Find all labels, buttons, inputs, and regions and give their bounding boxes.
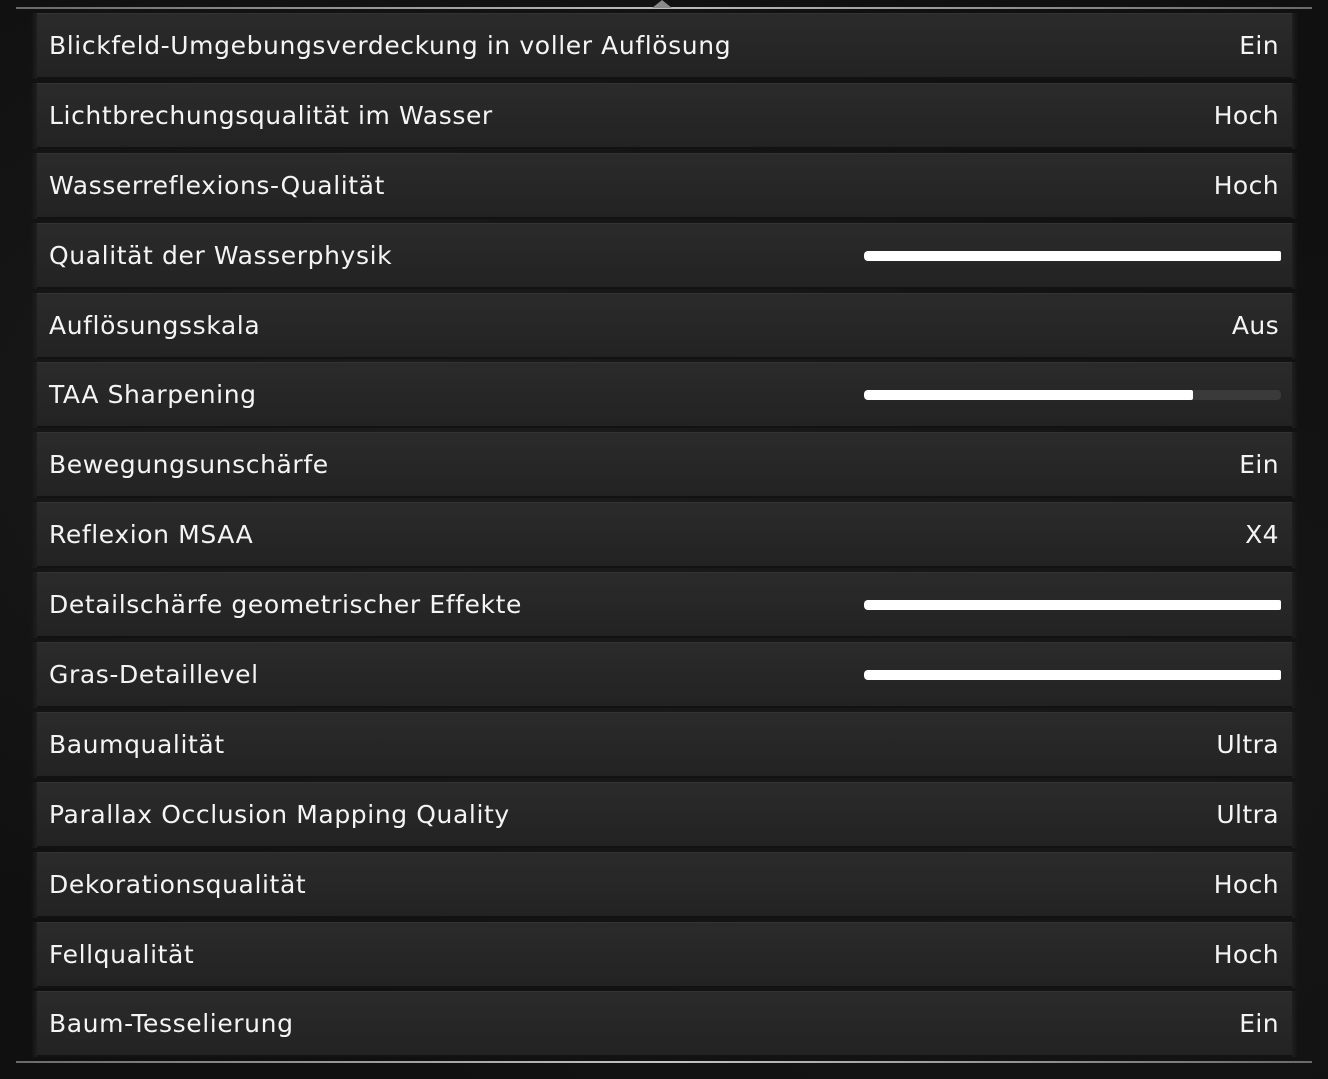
slider-fill: [864, 670, 1281, 681]
setting-row-tree-quality[interactable]: Baumqualität Ultra: [31, 711, 1298, 778]
setting-label: Parallax Occlusion Mapping Quality: [49, 799, 510, 829]
setting-row-motion-blur[interactable]: Bewegungsunschärfe Ein: [31, 432, 1298, 499]
setting-value[interactable]: Aus: [1232, 293, 1279, 359]
slider-fill: [864, 250, 1281, 261]
setting-value[interactable]: Ultra: [1216, 712, 1279, 778]
setting-row-decal-quality[interactable]: Dekorationsqualität Hoch: [31, 851, 1298, 918]
setting-row-parallax-occlusion[interactable]: Parallax Occlusion Mapping Quality Ultra: [31, 781, 1298, 848]
setting-label: Blickfeld-Umgebungsverdeckung in voller …: [49, 31, 732, 60]
setting-row-water-refraction[interactable]: Lichtbrechungsqualität im Wasser Hoch: [31, 82, 1298, 149]
setting-row-reflection-msaa[interactable]: Reflexion MSAA X4: [31, 502, 1298, 569]
setting-label: Baum-Tesselierung: [49, 1009, 294, 1039]
setting-label: Dekorationsqualität: [49, 869, 307, 899]
setting-label: Auflösungsskala: [49, 310, 261, 340]
setting-label: Wasserreflexions-Qualität: [49, 170, 386, 200]
grass-lod-slider[interactable]: [864, 670, 1281, 681]
setting-label: Baumqualität: [49, 729, 225, 759]
setting-row-water-reflection[interactable]: Wasserreflexions-Qualität Hoch: [31, 152, 1298, 219]
scroll-up-indicator-icon: [652, 0, 672, 8]
setting-value[interactable]: Ein: [1239, 13, 1279, 79]
setting-row-taa-sharpening[interactable]: TAA Sharpening: [31, 362, 1298, 429]
setting-row-geometry-detail[interactable]: Detailschärfe geometrischer Effekte: [31, 572, 1298, 639]
graphics-settings-list: Blickfeld-Umgebungsverdeckung in voller …: [31, 13, 1298, 1061]
setting-label: Detailschärfe geometrischer Effekte: [49, 590, 522, 620]
slider-fill: [864, 600, 1281, 611]
setting-row-fur-quality[interactable]: Fellqualität Hoch: [31, 921, 1298, 988]
setting-value[interactable]: X4: [1245, 502, 1279, 568]
setting-value[interactable]: Hoch: [1214, 83, 1279, 149]
setting-row-tree-tessellation[interactable]: Baum-Tesselierung Ein: [31, 991, 1298, 1058]
setting-value[interactable]: Hoch: [1214, 852, 1279, 918]
setting-value[interactable]: Ultra: [1216, 782, 1279, 848]
bottom-divider: [16, 1061, 1312, 1063]
setting-label: Qualität der Wasserphysik: [49, 240, 393, 270]
setting-value[interactable]: Hoch: [1214, 153, 1279, 219]
setting-value[interactable]: Hoch: [1214, 922, 1279, 988]
setting-label: Gras-Detaillevel: [49, 660, 259, 690]
setting-row-ambient-occlusion-full-res[interactable]: Blickfeld-Umgebungsverdeckung in voller …: [31, 13, 1298, 79]
taa-sharpening-slider[interactable]: [864, 390, 1281, 401]
water-physics-slider[interactable]: [864, 250, 1281, 261]
setting-label: TAA Sharpening: [49, 380, 257, 410]
slider-fill: [864, 390, 1194, 401]
setting-row-water-physics[interactable]: Qualität der Wasserphysik: [31, 222, 1298, 289]
geometry-detail-slider[interactable]: [864, 600, 1281, 611]
setting-row-grass-lod[interactable]: Gras-Detaillevel: [31, 642, 1298, 709]
setting-label: Bewegungsunschärfe: [49, 450, 329, 480]
setting-label: Reflexion MSAA: [49, 520, 254, 550]
setting-value[interactable]: Ein: [1239, 991, 1279, 1057]
setting-label: Lichtbrechungsqualität im Wasser: [49, 100, 493, 130]
setting-value[interactable]: Ein: [1239, 432, 1279, 498]
setting-row-resolution-scale[interactable]: Auflösungsskala Aus: [31, 292, 1298, 359]
setting-label: Fellqualität: [49, 939, 195, 969]
